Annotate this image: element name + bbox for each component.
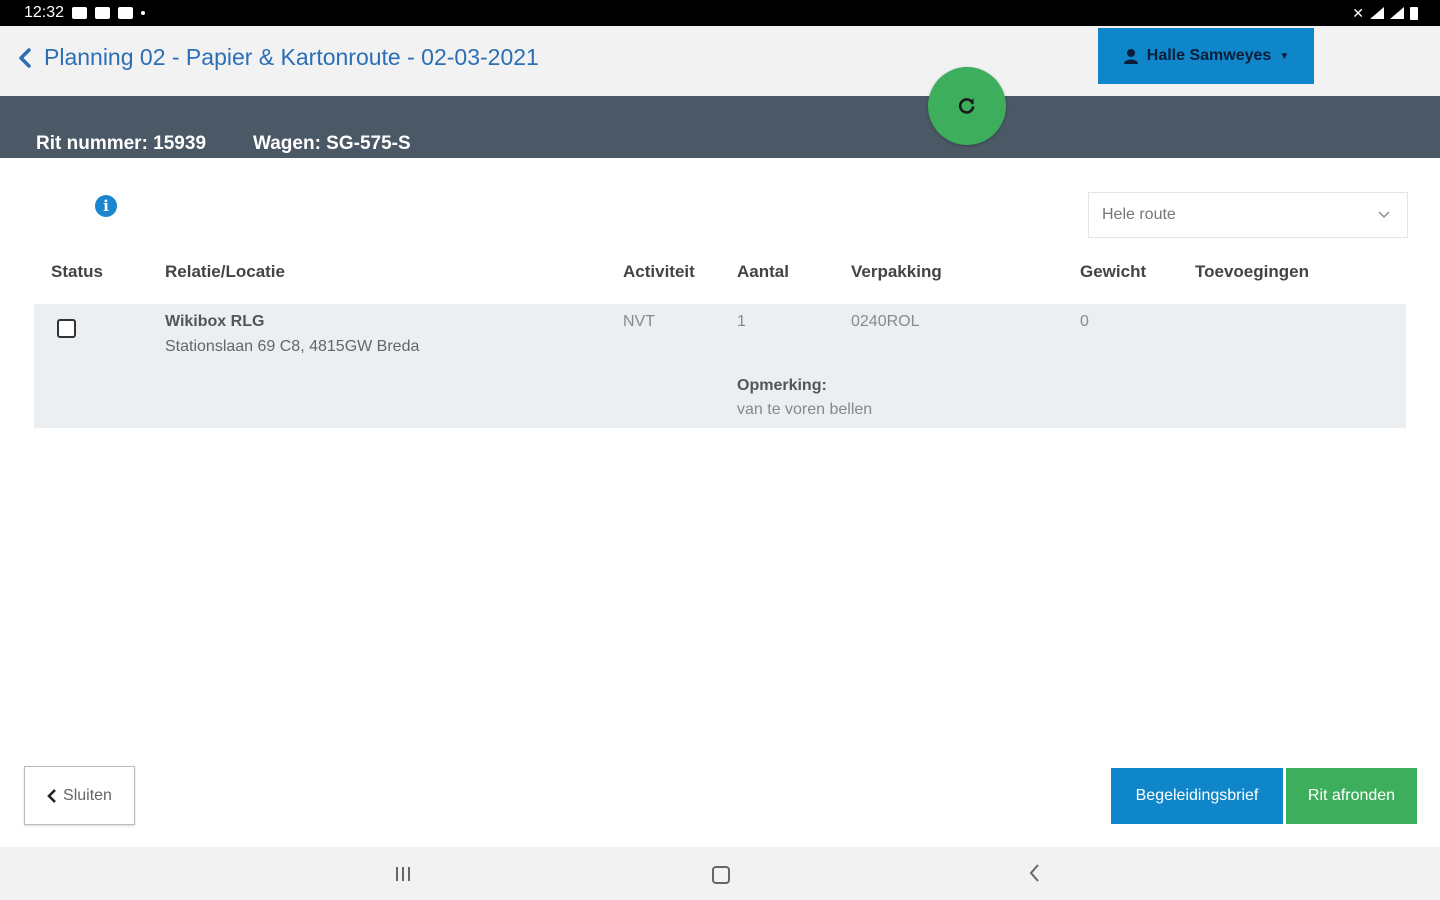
android-nav-bar <box>0 847 1440 900</box>
trip-info-bar: Rit nummer: 15939 Wagen: SG-575-S <box>0 96 1440 158</box>
close-button[interactable]: Sluiten <box>24 766 135 825</box>
column-header-gewicht: Gewicht <box>1080 262 1147 281</box>
refresh-icon <box>958 98 975 114</box>
back-icon[interactable] <box>1028 863 1040 883</box>
chevron-left-icon <box>47 788 56 803</box>
column-header-status: Status <box>51 262 103 281</box>
relatie-address: Stationslaan 69 C8, 4815GW Breda <box>165 338 420 355</box>
mute-icon: ✕ <box>1352 4 1364 21</box>
rit-afronden-button[interactable]: Rit afronden <box>1286 768 1417 824</box>
verpakking-value: 0240ROL <box>851 313 920 330</box>
aantal-value: 1 <box>737 313 746 330</box>
battery-icon <box>1410 6 1418 20</box>
route-filter-value: Hele route <box>1102 206 1176 223</box>
back-link[interactable]: Planning 02 - Papier & Kartonroute - 02-… <box>18 44 539 71</box>
status-checkbox[interactable] <box>57 319 76 338</box>
activiteit-value: NVT <box>623 313 655 330</box>
android-status-bar: 12:32 ✕ <box>0 0 1440 26</box>
user-menu-button[interactable]: Halle Samweyes ▼ <box>1098 28 1314 84</box>
opmerking-text: van te voren bellen <box>737 401 873 418</box>
refresh-button[interactable] <box>928 67 1006 145</box>
status-time: 12:32 <box>24 4 65 21</box>
gallery-notification-icon <box>72 7 88 19</box>
recent-apps-icon[interactable] <box>396 867 410 881</box>
column-header-aantal: Aantal <box>737 262 789 281</box>
wagen-number: Wagen: SG-575-S <box>253 133 411 154</box>
page-title: Planning 02 - Papier & Kartonroute - 02-… <box>44 44 539 70</box>
info-icon[interactable]: i <box>95 195 117 217</box>
user-icon <box>1123 49 1138 64</box>
signal-icon <box>1390 7 1404 19</box>
opmerking-label: Opmerking: <box>737 377 827 394</box>
column-header-activiteit: Activiteit <box>623 262 695 281</box>
home-icon[interactable] <box>712 866 730 884</box>
status-bar-right: ✕ <box>1352 5 1418 22</box>
message-notification-icon <box>95 7 111 19</box>
user-name: Halle Samweyes <box>1146 47 1272 64</box>
begeleidingsbrief-button[interactable]: Begeleidingsbrief <box>1111 768 1283 824</box>
status-bar-left: 12:32 <box>24 4 146 22</box>
column-header-relatie: Relatie/Locatie <box>165 262 285 281</box>
more-notifications-icon <box>141 11 146 15</box>
app-notification-icon <box>118 7 134 19</box>
chevron-down-icon <box>1378 211 1390 219</box>
caret-down-icon: ▼ <box>1279 50 1290 62</box>
column-header-toevoegingen: Toevoegingen <box>1195 262 1309 281</box>
wifi-icon <box>1370 7 1384 19</box>
gewicht-value: 0 <box>1080 313 1089 330</box>
column-header-verpakking: Verpakking <box>851 262 942 281</box>
rit-number: Rit nummer: 15939 <box>36 133 207 154</box>
close-button-label: Sluiten <box>63 786 112 804</box>
app-header: Planning 02 - Papier & Kartonroute - 02-… <box>0 26 1440 96</box>
back-chevron-icon <box>19 47 31 68</box>
route-filter-select[interactable]: Hele route <box>1088 192 1408 238</box>
relatie-name: Wikibox RLG <box>165 313 265 330</box>
